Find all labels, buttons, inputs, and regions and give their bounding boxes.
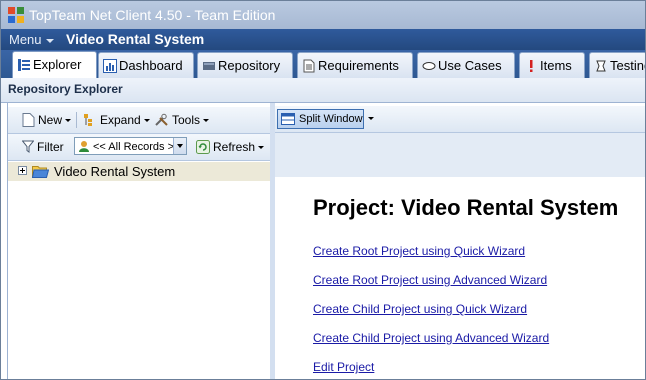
tools-button[interactable]: Tools [154, 110, 210, 130]
repository-tree-pane: New Expand Tools Filter << All Records >… [7, 103, 271, 380]
requirements-icon [303, 59, 315, 73]
expand-button-label: Expand [100, 113, 141, 127]
tab-repository-label: Repository [218, 58, 281, 73]
tab-testing-label: Testing [610, 58, 646, 73]
repository-icon [203, 62, 215, 70]
panel-title: Repository Explorer [8, 82, 123, 96]
tab-use-cases-label: Use Cases [438, 58, 502, 73]
explorer-icon [18, 59, 30, 71]
create-child-quick-wizard-link[interactable]: Create Child Project using Quick Wizard [313, 302, 527, 316]
use-cases-icon [422, 62, 436, 70]
tab-dashboard-label: Dashboard [119, 58, 183, 73]
split-window-button[interactable]: Split Window [277, 109, 364, 129]
split-window-label: Split Window [299, 113, 363, 125]
main-menu-button[interactable]: Menu [9, 29, 54, 50]
tab-requirements-label: Requirements [318, 58, 399, 73]
window-title: TopTeam Net Client 4.50 - Team Edition [29, 7, 276, 23]
filter-toolbar: Filter << All Records >> Refresh [8, 134, 270, 161]
project-heading: Project: Video Rental System [313, 195, 619, 220]
create-child-advanced-wizard-link[interactable]: Create Child Project using Advanced Wiza… [313, 331, 549, 345]
items-icon [530, 60, 533, 72]
dashboard-icon [103, 59, 117, 73]
content-toolbar: Split Window [275, 106, 645, 133]
filter-funnel-icon [21, 140, 35, 153]
refresh-button[interactable]: Refresh [196, 137, 265, 157]
tree-toolbar: New Expand Tools [8, 107, 270, 134]
tab-repository[interactable]: Repository [197, 52, 293, 78]
create-root-quick-wizard-link[interactable]: Create Root Project using Quick Wizard [313, 244, 525, 258]
record-filter-dropdown[interactable]: << All Records >> [74, 137, 187, 155]
new-button-label: New [38, 113, 63, 127]
content-pane: Split Window Project: Video Rental Syste… [275, 103, 645, 380]
expand-button[interactable]: Expand [83, 110, 150, 130]
refresh-icon [196, 140, 210, 154]
filter-button[interactable]: Filter [21, 137, 64, 157]
tab-explorer-label: Explorer [33, 57, 82, 72]
tab-items[interactable]: Items [519, 52, 585, 78]
record-filter-value: << All Records >> [93, 141, 181, 153]
edit-project-link[interactable]: Edit Project [313, 360, 374, 374]
split-window-icon [281, 113, 295, 125]
tab-testing[interactable]: Testing [589, 52, 646, 78]
create-root-advanced-wizard-link[interactable]: Create Root Project using Advanced Wizar… [313, 273, 547, 287]
tab-items-label: Items [540, 58, 572, 73]
chevron-down-icon [203, 119, 210, 123]
folder-open-icon [32, 166, 49, 178]
tree-node-label: Video Rental System [54, 164, 176, 179]
tab-dashboard[interactable]: Dashboard [98, 52, 194, 78]
tab-requirements[interactable]: Requirements [297, 52, 413, 78]
tab-explorer[interactable]: Explorer [12, 51, 97, 78]
chevron-down-icon [45, 38, 54, 43]
module-tabs: Explorer Dashboard Repository Requiremen… [1, 50, 646, 78]
new-button[interactable]: New [22, 110, 72, 130]
expand-node-icon[interactable] [18, 166, 27, 175]
chevron-down-icon [258, 146, 265, 150]
expand-tree-icon [84, 114, 92, 126]
content-header-band [275, 133, 645, 177]
new-document-icon [22, 113, 35, 127]
dropdown-arrow-icon[interactable] [173, 138, 186, 154]
menu-bar: Menu Video Rental System [1, 29, 645, 50]
tools-icon [155, 113, 168, 126]
main-menu-label: Menu [9, 32, 42, 47]
chevron-down-icon [143, 119, 150, 123]
tools-button-label: Tools [172, 113, 201, 127]
testing-icon [596, 60, 606, 72]
chevron-down-icon[interactable] [368, 117, 374, 120]
user-icon [79, 141, 89, 152]
refresh-button-label: Refresh [213, 140, 256, 154]
filter-button-label: Filter [37, 140, 64, 154]
panel-header: Repository Explorer [1, 78, 645, 103]
tree-node-root[interactable]: Video Rental System [8, 162, 270, 181]
tab-use-cases[interactable]: Use Cases [417, 52, 515, 78]
app-logo-icon [8, 7, 24, 23]
chevron-down-icon [65, 119, 72, 123]
title-bar: TopTeam Net Client 4.50 - Team Edition [1, 1, 645, 29]
toolbar-divider [76, 112, 77, 128]
current-project-title: Video Rental System [66, 31, 205, 47]
